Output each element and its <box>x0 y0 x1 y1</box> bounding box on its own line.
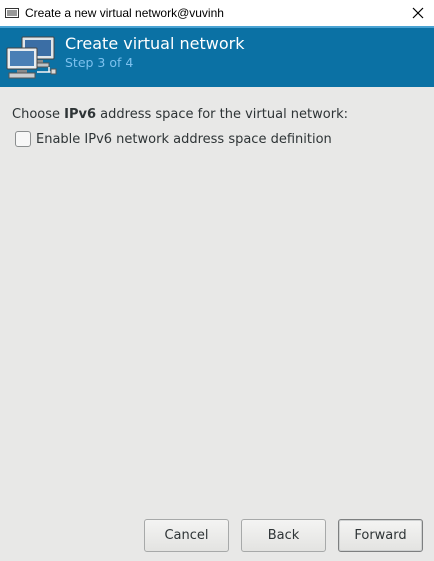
enable-ipv6-checkbox[interactable] <box>15 131 31 147</box>
window-titlebar: Create a new virtual network@vuvinh <box>0 0 434 26</box>
wizard-header: Create virtual network Step 3 of 4 <box>0 26 434 87</box>
cancel-button[interactable]: Cancel <box>144 519 229 552</box>
forward-button[interactable]: Forward <box>338 519 423 552</box>
enable-ipv6-label[interactable]: Enable IPv6 network address space defini… <box>36 132 332 147</box>
ipv6-prompt: Choose IPv6 address space for the virtua… <box>12 107 348 122</box>
prompt-suffix: address space for the virtual network: <box>96 107 348 122</box>
wizard-step: Step 3 of 4 <box>65 55 134 70</box>
close-icon <box>412 7 424 19</box>
prompt-bold: IPv6 <box>64 107 97 122</box>
close-button[interactable] <box>408 3 428 23</box>
prompt-prefix: Choose <box>12 107 65 122</box>
network-computers-icon <box>6 36 57 79</box>
enable-ipv6-row[interactable]: Enable IPv6 network address space defini… <box>15 131 332 147</box>
window-title: Create a new virtual network@vuvinh <box>25 6 224 20</box>
virt-manager-icon <box>5 8 19 18</box>
back-button[interactable]: Back <box>241 519 326 552</box>
wizard-title: Create virtual network <box>65 34 245 53</box>
